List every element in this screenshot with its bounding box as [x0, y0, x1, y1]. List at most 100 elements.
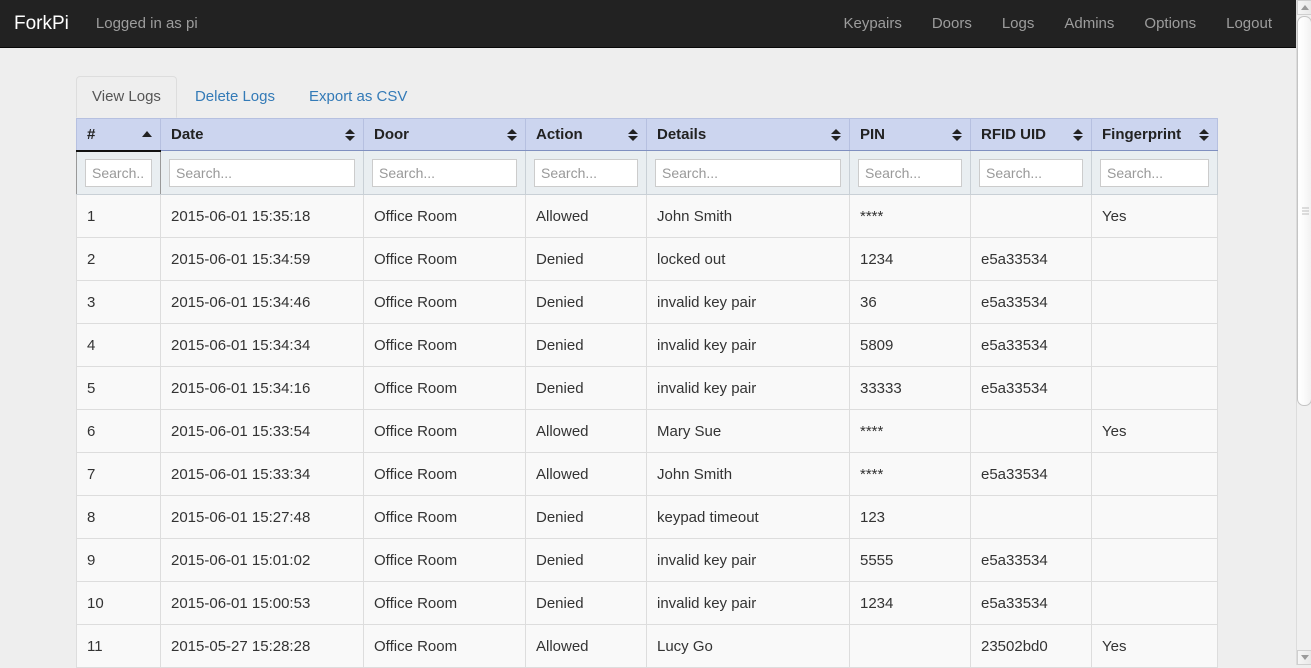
search-input-pin[interactable]: [858, 158, 962, 187]
navbar-left: ForkPi Logged in as pi: [0, 0, 210, 48]
sort-ascending-icon[interactable]: [142, 127, 152, 141]
nav-link-admins[interactable]: Admins: [1049, 0, 1129, 48]
chevron-up-icon: [1301, 5, 1309, 10]
table-row[interactable]: 5 2015-06-01 15:34:16 Office Room Denied inv…: [76, 366, 1218, 410]
table-row[interactable]: 2 2015-06-01 15:34:59 Office Room Denied loc…: [76, 237, 1218, 281]
cell-pin: 1234: [849, 581, 971, 625]
cell-num: 7: [76, 452, 161, 496]
cell-pin: 33333: [849, 366, 971, 410]
search-input-rfid-uid[interactable]: [979, 158, 1083, 187]
tab-export-as-csv[interactable]: Export as CSV: [293, 76, 423, 118]
cell-rfid: e5a33534: [970, 280, 1092, 324]
search-cell-pin: [849, 150, 971, 195]
column-header-details-label: Details: [657, 126, 707, 143]
cell-fingerprint: [1091, 280, 1218, 324]
cell-action: Denied: [525, 495, 647, 539]
search-cell-details: [646, 150, 850, 195]
table-row[interactable]: 11 2015-05-27 15:28:28 Office Room Allowed L…: [76, 624, 1218, 668]
nav-link-logs[interactable]: Logs: [987, 0, 1050, 48]
brand-logo[interactable]: ForkPi: [0, 0, 84, 48]
column-header-pin[interactable]: PIN: [849, 118, 971, 151]
search-input-date[interactable]: [169, 158, 355, 187]
cell-date: 2015-06-01 15:33:54: [160, 409, 364, 453]
search-input-door[interactable]: [372, 158, 517, 187]
cell-fingerprint: [1091, 237, 1218, 281]
nav-link-keypairs[interactable]: Keypairs: [828, 0, 916, 48]
cell-door: Office Room: [363, 366, 526, 410]
sort-toggle-icon[interactable]: [1199, 128, 1209, 142]
cell-details: keypad timeout: [646, 495, 850, 539]
table-row[interactable]: 8 2015-06-01 15:27:48 Office Room Denied key…: [76, 495, 1218, 539]
table-row[interactable]: 10 2015-06-01 15:00:53 Office Room Denied in…: [76, 581, 1218, 625]
search-input-num[interactable]: [85, 158, 152, 187]
column-header-num[interactable]: #: [76, 118, 161, 152]
cell-action: Denied: [525, 538, 647, 582]
table-row[interactable]: 9 2015-06-01 15:01:02 Office Room Denied inv…: [76, 538, 1218, 582]
cell-action: Denied: [525, 323, 647, 367]
logs-table: # Date Door Action Details PIN RFID UID …: [76, 118, 1218, 668]
cell-num: 10: [76, 581, 161, 625]
column-header-details[interactable]: Details: [646, 118, 850, 151]
sort-toggle-icon[interactable]: [345, 128, 355, 142]
cell-door: Office Room: [363, 495, 526, 539]
cell-action: Allowed: [525, 409, 647, 453]
cell-date: 2015-06-01 15:34:16: [160, 366, 364, 410]
search-input-action[interactable]: [534, 158, 638, 187]
column-header-date[interactable]: Date: [160, 118, 364, 151]
cell-num: 4: [76, 323, 161, 367]
cell-pin: [849, 624, 971, 668]
cell-date: 2015-06-01 15:01:02: [160, 538, 364, 582]
cell-pin: 36: [849, 280, 971, 324]
table-row[interactable]: 1 2015-06-01 15:35:18 Office Room Allowed Jo…: [76, 194, 1218, 238]
cell-door: Office Room: [363, 581, 526, 625]
cell-num: 1: [76, 194, 161, 238]
cell-fingerprint: [1091, 495, 1218, 539]
nav-link-logout[interactable]: Logout: [1211, 0, 1287, 48]
sort-toggle-icon[interactable]: [952, 128, 962, 142]
grip-icon: [1302, 206, 1309, 217]
nav-link-options[interactable]: Options: [1129, 0, 1211, 48]
column-header-fingerprint[interactable]: Fingerprint: [1091, 118, 1218, 151]
top-navbar: ForkPi Logged in as pi Keypairs Doors Lo…: [0, 0, 1296, 48]
sort-toggle-icon[interactable]: [831, 128, 841, 142]
cell-fingerprint: [1091, 366, 1218, 410]
column-header-action[interactable]: Action: [525, 118, 647, 151]
search-input-details[interactable]: [655, 158, 841, 187]
search-input-fingerprint[interactable]: [1100, 158, 1209, 187]
scroll-down-button[interactable]: [1297, 650, 1311, 665]
column-header-rfid-uid-label: RFID UID: [981, 126, 1046, 143]
cell-date: 2015-06-01 15:33:34: [160, 452, 364, 496]
cell-action: Allowed: [525, 624, 647, 668]
table-row[interactable]: 3 2015-06-01 15:34:46 Office Room Denied inv…: [76, 280, 1218, 324]
search-cell-num: [76, 150, 161, 195]
sort-toggle-icon[interactable]: [628, 128, 638, 142]
scrollbar-thumb[interactable]: [1297, 16, 1311, 406]
cell-action: Denied: [525, 366, 647, 410]
tab-delete-logs[interactable]: Delete Logs: [179, 76, 291, 118]
cell-details: invalid key pair: [646, 366, 850, 410]
column-header-door[interactable]: Door: [363, 118, 526, 151]
search-cell-rfid-uid: [970, 150, 1092, 195]
cell-rfid: [970, 495, 1092, 539]
scroll-up-button[interactable]: [1297, 0, 1311, 15]
column-header-pin-label: PIN: [860, 126, 886, 143]
nav-link-doors[interactable]: Doors: [917, 0, 987, 48]
column-header-rfid-uid[interactable]: RFID UID: [970, 118, 1092, 151]
cell-details: invalid key pair: [646, 323, 850, 367]
cell-door: Office Room: [363, 194, 526, 238]
cell-action: Denied: [525, 237, 647, 281]
cell-pin: ****: [849, 409, 971, 453]
table-row[interactable]: 7 2015-06-01 15:33:34 Office Room Allowed Jo…: [76, 452, 1218, 496]
table-row[interactable]: 6 2015-06-01 15:33:54 Office Room Allowed Ma…: [76, 409, 1218, 453]
cell-pin: ****: [849, 452, 971, 496]
table-row[interactable]: 4 2015-06-01 15:34:34 Office Room Denied inv…: [76, 323, 1218, 367]
tab-view-logs[interactable]: View Logs: [76, 76, 177, 118]
navbar-right: Keypairs Doors Logs Admins Options Logou…: [828, 0, 1296, 48]
sort-toggle-icon[interactable]: [507, 128, 517, 142]
page-scrollbar[interactable]: [1296, 0, 1311, 665]
cell-fingerprint: Yes: [1091, 409, 1218, 453]
sort-toggle-icon[interactable]: [1073, 128, 1083, 142]
masked-pin: ****: [860, 207, 884, 225]
search-cell-action: [525, 150, 647, 195]
cell-date: 2015-06-01 15:34:46: [160, 280, 364, 324]
